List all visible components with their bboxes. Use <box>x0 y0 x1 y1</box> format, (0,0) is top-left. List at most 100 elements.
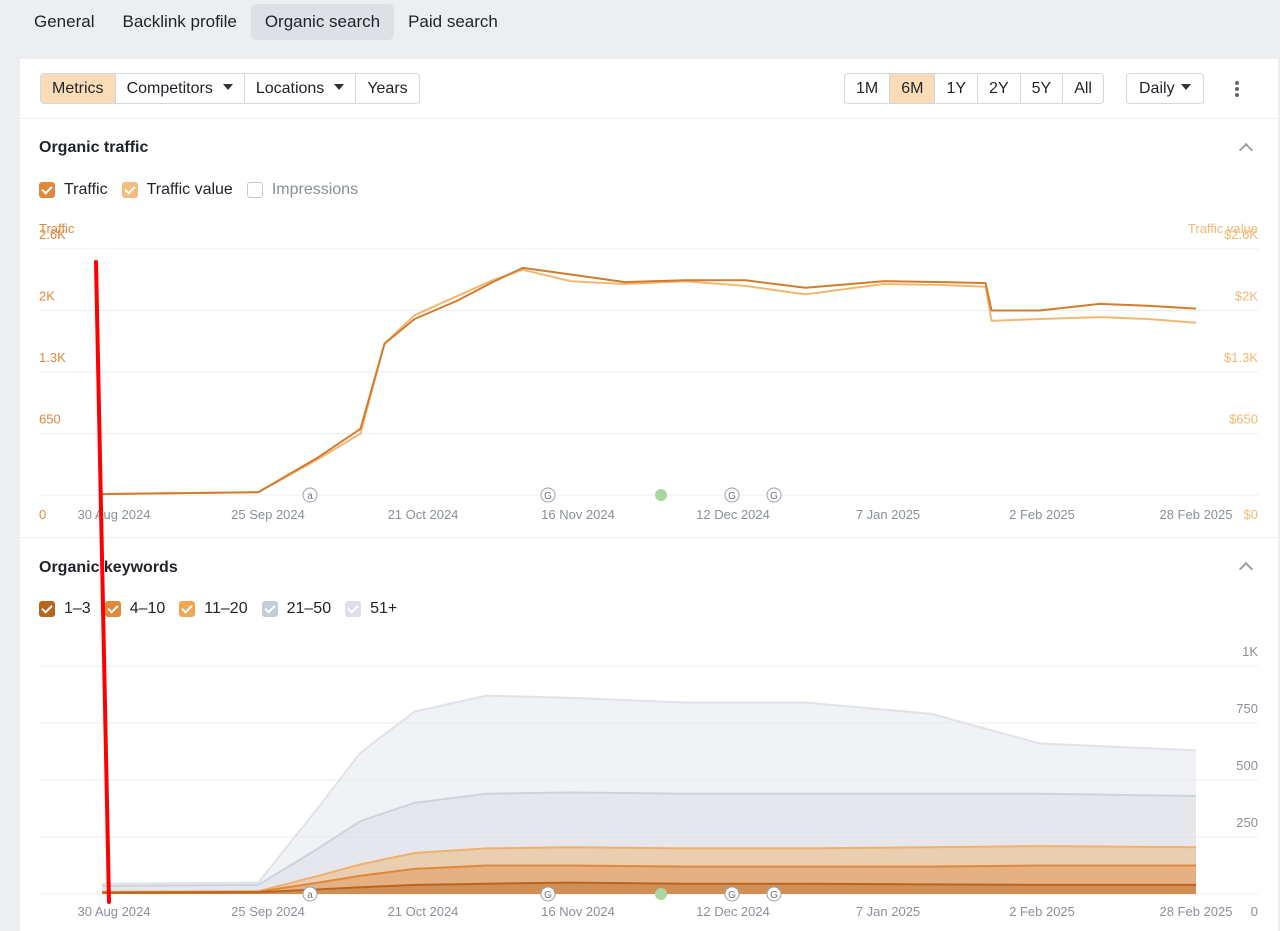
legend-pos-21-50-label: 21–50 <box>286 600 332 617</box>
locations-label: Locations <box>255 80 325 97</box>
x-tick-label: 25 Sep 2024 <box>231 904 305 919</box>
checkbox-pos-21-50[interactable] <box>261 601 278 617</box>
legend-pos-21-50[interactable]: 21–50 <box>261 600 332 618</box>
x-tick-label: 7 Jan 2025 <box>856 507 920 522</box>
keywords-legend: 1–3 4–10 11–20 21–50 51+ <box>39 600 411 618</box>
legend-impressions-label: Impressions <box>271 181 359 198</box>
organic-keywords-chart: 0 250 500 750 1K 30 Aug 2024 25 Sep 2024 21 Oct… <box>39 644 1258 919</box>
chevron-down-icon <box>334 84 345 90</box>
checkbox-traffic-value[interactable] <box>121 182 138 198</box>
y-tick: 250 <box>1236 815 1258 830</box>
organic-keywords-title: Organic keywords <box>39 559 178 576</box>
section-divider <box>20 537 1278 538</box>
checkbox-pos-4-10[interactable] <box>104 601 121 617</box>
traffic-line <box>101 266 1197 496</box>
legend-traffic-value[interactable]: Traffic value <box>121 181 233 199</box>
x-tick-label: 30 Aug 2024 <box>77 507 150 522</box>
years-button[interactable]: Years <box>356 74 418 103</box>
x-tick-label: 21 Oct 2024 <box>388 904 459 919</box>
range-1m-button[interactable]: 1M <box>845 74 891 103</box>
update-dot <box>655 888 667 900</box>
checkbox-impressions[interactable] <box>246 182 263 198</box>
x-tick-label: 25 Sep 2024 <box>231 507 305 522</box>
tab-general[interactable]: General <box>20 4 108 40</box>
granularity-dropdown[interactable]: Daily <box>1126 73 1204 104</box>
chart-toolbar: Metrics Competitors Locations Years 1M 6… <box>20 59 1278 119</box>
event-marker-label: G <box>728 890 736 901</box>
x-tick-label: 2 Feb 2025 <box>1009 904 1075 919</box>
overview-panel: Metrics Competitors Locations Years 1M 6… <box>20 59 1278 931</box>
traffic-legend: Traffic Traffic value Impressions <box>39 181 372 199</box>
traffic-value-line <box>101 268 1197 496</box>
range-1y-button[interactable]: 1Y <box>935 74 979 103</box>
event-marker-label: G <box>770 890 778 901</box>
range-all-button[interactable]: All <box>1063 74 1103 103</box>
collapse-keywords-icon[interactable] <box>1238 561 1254 577</box>
range-6m-button[interactable]: 6M <box>890 74 936 103</box>
y-right-tick: $0 <box>1244 507 1258 522</box>
tab-paid-search[interactable]: Paid search <box>394 4 512 40</box>
event-marker-label: G <box>544 491 552 502</box>
checkbox-traffic[interactable] <box>39 182 55 198</box>
more-options-icon[interactable] <box>1228 79 1246 99</box>
legend-traffic-value-label: Traffic value <box>146 181 233 198</box>
organic-traffic-chart: Traffic Traffic value 0 $0650 $6501.3K $1.3… <box>39 221 1258 522</box>
checkbox-pos-51-plus[interactable] <box>345 601 362 617</box>
legend-pos-1-3[interactable]: 1–3 <box>39 600 91 618</box>
legend-pos-51-plus-label: 51+ <box>370 600 398 617</box>
x-tick-label: 7 Jan 2025 <box>856 904 920 919</box>
x-tick-label: 21 Oct 2024 <box>388 507 459 522</box>
y-left-tick: 1.3K <box>39 350 66 365</box>
competitors-dropdown[interactable]: Competitors <box>116 74 245 103</box>
tab-backlink-profile[interactable]: Backlink profile <box>108 4 250 40</box>
event-marker-label: a <box>307 491 313 502</box>
legend-traffic-label: Traffic <box>64 181 108 198</box>
legend-pos-11-20-label: 11–20 <box>204 600 248 617</box>
checkbox-pos-1-3[interactable] <box>39 601 55 617</box>
event-marker-label: a <box>307 890 313 901</box>
organic-traffic-title: Organic traffic <box>39 139 149 156</box>
legend-pos-1-3-label: 1–3 <box>64 600 91 617</box>
y-right-tick: $2.6K <box>1224 227 1258 242</box>
y-tick: 1K <box>1242 644 1258 659</box>
x-tick-label: 12 Dec 2024 <box>696 507 770 522</box>
x-tick-label: 16 Nov 2024 <box>541 904 615 919</box>
event-marker-label: G <box>770 491 778 502</box>
x-tick-label: 30 Aug 2024 <box>77 904 150 919</box>
x-tick-label: 12 Dec 2024 <box>696 904 770 919</box>
y-tick: 750 <box>1236 701 1258 716</box>
granularity-label: Daily <box>1139 80 1175 97</box>
x-tick-label: 28 Feb 2025 <box>1159 507 1232 522</box>
y-right-tick: $2K <box>1235 289 1258 304</box>
x-tick-label: 16 Nov 2024 <box>541 507 615 522</box>
x-tick-label: 2 Feb 2025 <box>1009 507 1075 522</box>
range-2y-button[interactable]: 2Y <box>978 74 1021 103</box>
report-tabs: General Backlink profile Organic search … <box>20 4 512 40</box>
update-dot <box>655 489 667 501</box>
y-right-tick: $1.3K <box>1224 350 1258 365</box>
collapse-traffic-icon[interactable] <box>1238 142 1254 158</box>
locations-dropdown[interactable]: Locations <box>245 74 357 103</box>
legend-impressions[interactable]: Impressions <box>246 181 359 199</box>
chevron-down-icon <box>222 84 233 90</box>
tab-organic-search[interactable]: Organic search <box>250 4 395 40</box>
event-marker-label: G <box>544 890 552 901</box>
legend-traffic[interactable]: Traffic <box>39 181 108 199</box>
y-tick: 0 <box>1251 904 1258 919</box>
range-5y-button[interactable]: 5Y <box>1021 74 1064 103</box>
y-left-tick: 650 <box>39 412 61 427</box>
legend-pos-51-plus[interactable]: 51+ <box>345 600 397 618</box>
competitors-label: Competitors <box>126 80 213 97</box>
y-right-tick: $650 <box>1229 412 1258 427</box>
y-tick: 500 <box>1236 758 1258 773</box>
legend-pos-4-10[interactable]: 4–10 <box>104 600 166 618</box>
y-left-tick: 2.6K <box>39 227 66 242</box>
legend-pos-11-20[interactable]: 11–20 <box>179 600 248 618</box>
y-left-tick: 0 <box>39 507 46 522</box>
x-tick-label: 28 Feb 2025 <box>1159 904 1232 919</box>
metrics-button[interactable]: Metrics <box>41 74 116 103</box>
legend-pos-4-10-label: 4–10 <box>129 600 166 617</box>
y-left-tick: 2K <box>39 289 55 304</box>
chevron-down-icon <box>1180 84 1191 90</box>
checkbox-pos-11-20[interactable] <box>179 601 196 617</box>
